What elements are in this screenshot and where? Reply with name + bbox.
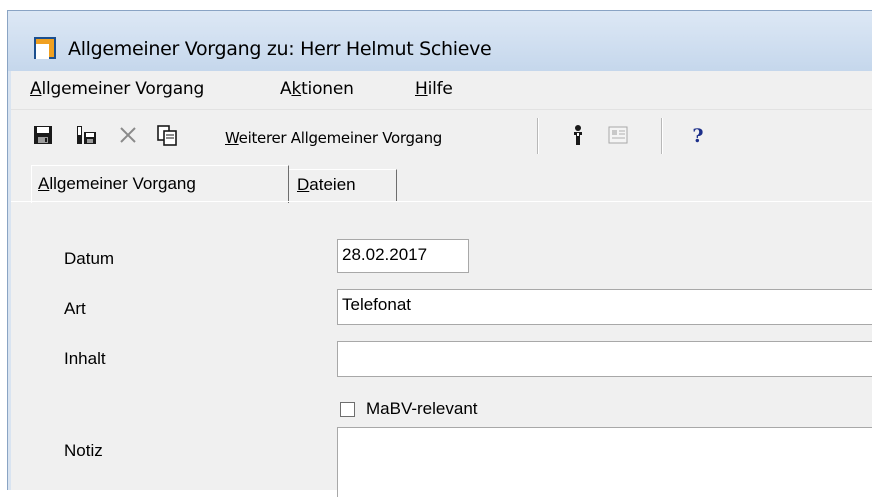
mabv-relevant-label: MaBV-relevant (366, 399, 478, 418)
person-info-icon[interactable] (567, 124, 589, 146)
menu-aktionen[interactable]: Aktionen (280, 79, 354, 99)
help-icon[interactable]: ? (687, 124, 709, 146)
datum-field[interactable]: 28.02.2017 (337, 239, 469, 273)
title-bar[interactable]: Allgemeiner Vorgang zu: Herr Helmut Schi… (8, 11, 872, 71)
datum-label: Datum (64, 249, 115, 268)
toolbar: Weiterer Allgemeiner Vorgang ? (11, 110, 872, 160)
app-window-icon (34, 37, 56, 59)
tab-strip: Allgemeiner Vorgang Dateien (11, 165, 872, 203)
tab-allgemeiner-vorgang[interactable]: Allgemeiner Vorgang (31, 165, 289, 203)
copy-icon[interactable] (156, 124, 178, 146)
document-icon[interactable] (607, 124, 629, 146)
toolbar-separator (537, 118, 539, 154)
art-label: Art (64, 299, 86, 318)
art-field[interactable]: Telefonat (337, 289, 872, 325)
delete-icon[interactable] (117, 124, 139, 146)
inhalt-label: Inhalt (64, 349, 106, 368)
tab-divider (11, 201, 872, 202)
menu-hilfe[interactable]: Hilfe (415, 79, 453, 99)
window-client-area: Allgemeiner Vorgang Aktionen Hilfe Weite… (11, 71, 872, 497)
help-glyph: ? (692, 125, 703, 146)
notiz-field[interactable] (337, 427, 872, 497)
save-close-icon[interactable] (75, 124, 97, 146)
window-title: Allgemeiner Vorgang zu: Herr Helmut Schi… (68, 38, 492, 60)
menu-allgemeiner-vorgang[interactable]: Allgemeiner Vorgang (30, 79, 204, 99)
inhalt-field[interactable] (337, 341, 872, 377)
tab-dateien[interactable]: Dateien (289, 169, 397, 201)
mabv-relevant-checkbox[interactable] (340, 402, 355, 417)
toolbar-separator (661, 118, 663, 154)
weiterer-vorgang-button[interactable]: Weiterer Allgemeiner Vorgang (225, 129, 442, 147)
menu-bar: Allgemeiner Vorgang Aktionen Hilfe (11, 71, 872, 110)
save-icon[interactable] (32, 124, 54, 146)
notiz-label: Notiz (64, 441, 103, 460)
app-window: Allgemeiner Vorgang zu: Herr Helmut Schi… (7, 10, 872, 497)
